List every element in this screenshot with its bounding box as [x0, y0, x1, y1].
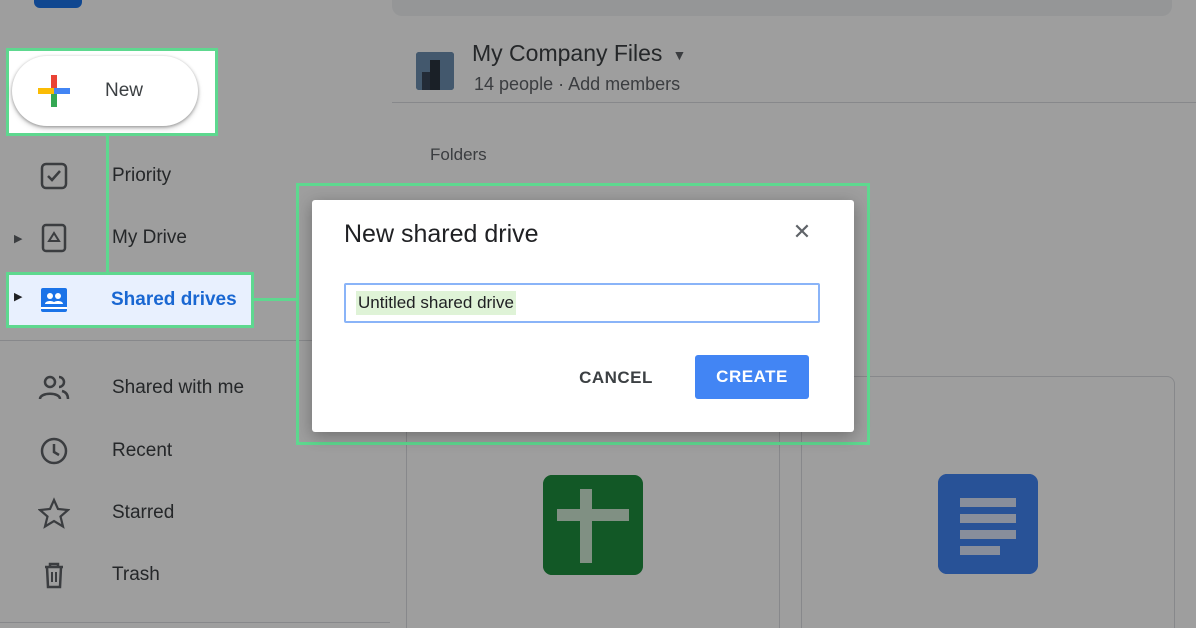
drive-name-input[interactable]: [344, 283, 820, 323]
close-icon[interactable]: ✕: [790, 220, 814, 244]
new-button[interactable]: New: [12, 56, 198, 126]
dialog-title: New shared drive: [344, 220, 539, 248]
callout-connector: [254, 298, 296, 301]
create-button[interactable]: CREATE: [695, 355, 809, 399]
new-button-label: New: [105, 80, 144, 101]
sidebar-item-shared-drives[interactable]: ▶ Shared drives: [6, 272, 254, 328]
plus-icon: [38, 75, 70, 107]
shared-drives-icon: [41, 288, 67, 312]
callout-connector: [106, 136, 109, 272]
cancel-button[interactable]: CANCEL: [566, 357, 666, 399]
new-shared-drive-dialog: New shared drive ✕ Untitled shared drive…: [312, 200, 854, 432]
new-button-highlight: New: [6, 48, 218, 136]
expand-arrow-icon[interactable]: ▶: [14, 290, 22, 303]
sidebar-item-label: Shared drives: [111, 289, 237, 310]
